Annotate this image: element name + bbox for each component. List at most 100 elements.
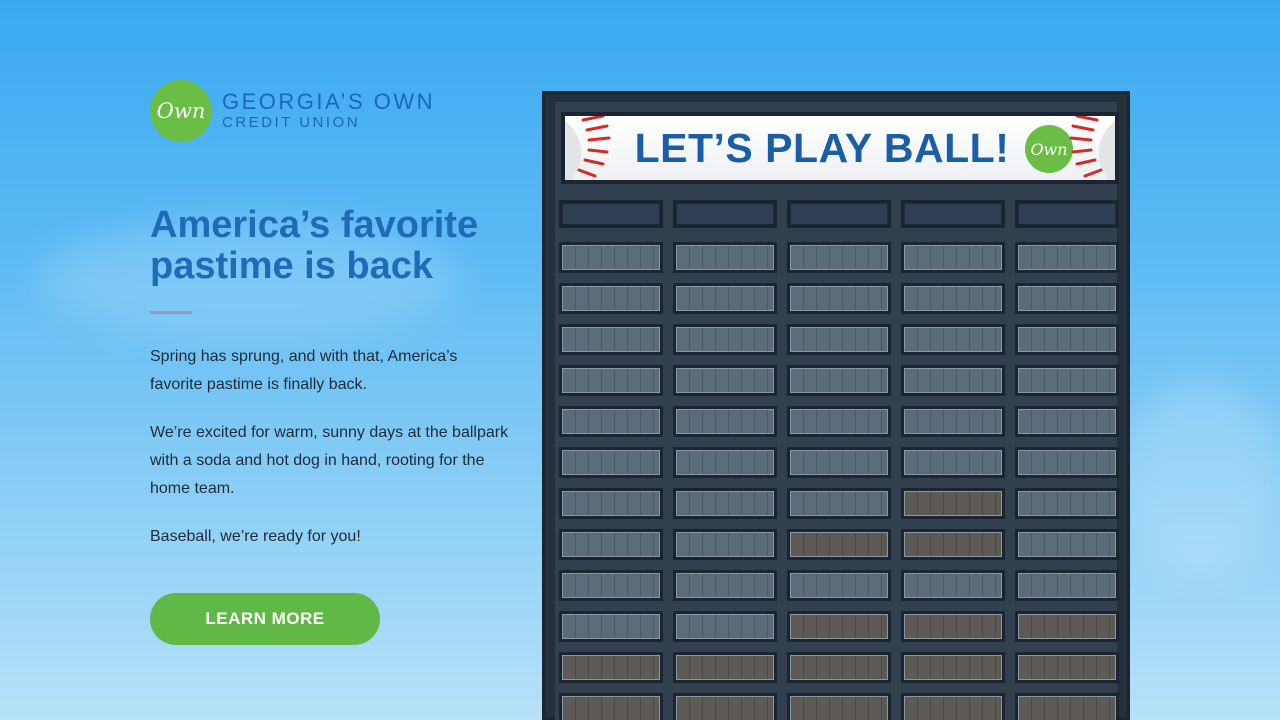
window <box>559 365 663 396</box>
window <box>1015 529 1119 560</box>
window <box>1015 611 1119 642</box>
window <box>1015 488 1119 519</box>
window <box>787 693 891 720</box>
logo-wordmark: GEORGIA’S OWN CREDIT UNION <box>222 90 435 132</box>
window <box>1015 406 1119 437</box>
window <box>673 406 777 437</box>
window <box>901 693 1005 720</box>
banner-headline: LET’S PLAY BALL! <box>634 124 1010 171</box>
window <box>673 447 777 478</box>
window <box>787 570 891 601</box>
window-row <box>559 242 1119 273</box>
window-row <box>559 529 1119 560</box>
scoreboard-banner-frame: LET’S PLAY BALL! Own <box>561 112 1119 184</box>
window <box>673 324 777 355</box>
window <box>559 200 663 228</box>
logo-name-line2: CREDIT UNION <box>222 114 361 131</box>
own-logo-badge: Own <box>150 80 212 142</box>
window-row <box>559 365 1119 396</box>
window <box>559 693 663 720</box>
window <box>673 242 777 273</box>
window <box>559 447 663 478</box>
window <box>901 447 1005 478</box>
window <box>673 652 777 683</box>
window-row <box>559 283 1119 314</box>
window <box>673 693 777 720</box>
window <box>559 611 663 642</box>
window <box>901 283 1005 314</box>
window <box>787 283 891 314</box>
scoreboard-banner: LET’S PLAY BALL! Own <box>565 116 1115 180</box>
window-row <box>559 324 1119 355</box>
logo-name-line1: GEORGIA’S OWN <box>222 89 435 114</box>
window <box>673 200 777 228</box>
scoreboard-building-illustration: LET’S PLAY BALL! Own <box>542 91 1130 720</box>
window <box>901 406 1005 437</box>
window-row <box>559 406 1119 437</box>
window <box>1015 365 1119 396</box>
window <box>901 570 1005 601</box>
window-row <box>559 447 1119 478</box>
window <box>1015 693 1119 720</box>
window <box>787 365 891 396</box>
page-headline: America’s favorite pastime is back <box>150 205 530 287</box>
window-row <box>559 570 1119 601</box>
window <box>559 570 663 601</box>
window <box>559 324 663 355</box>
window <box>787 406 891 437</box>
window <box>1015 283 1119 314</box>
brand-logo[interactable]: Own GEORGIA’S OWN CREDIT UNION <box>150 80 435 142</box>
window <box>559 406 663 437</box>
window-row <box>559 652 1119 683</box>
window <box>673 570 777 601</box>
window-row <box>559 611 1119 642</box>
window-grid <box>559 200 1119 720</box>
window <box>1015 570 1119 601</box>
baseball-stitch-left-icon <box>565 116 611 180</box>
window-row <box>559 488 1119 519</box>
window <box>673 365 777 396</box>
building-facade: LET’S PLAY BALL! Own <box>555 102 1119 720</box>
window <box>1015 242 1119 273</box>
window <box>901 488 1005 519</box>
window <box>559 529 663 560</box>
window <box>787 242 891 273</box>
window <box>1015 652 1119 683</box>
learn-more-button[interactable]: LEARN MORE <box>150 593 380 645</box>
body-paragraph-1: Spring has sprung, and with that, Americ… <box>150 348 458 393</box>
window <box>901 365 1005 396</box>
window <box>787 324 891 355</box>
window <box>559 242 663 273</box>
window <box>901 529 1005 560</box>
window <box>673 488 777 519</box>
window <box>901 242 1005 273</box>
window <box>901 652 1005 683</box>
window <box>787 200 891 228</box>
window-row <box>559 693 1119 720</box>
cloud <box>1120 380 1280 580</box>
body-paragraph-2: We’re excited for warm, sunny days at th… <box>150 424 509 497</box>
window <box>901 200 1005 228</box>
body-copy: Spring has sprung, and with that, Americ… <box>150 343 510 571</box>
window <box>901 324 1005 355</box>
window <box>559 652 663 683</box>
window <box>673 611 777 642</box>
body-paragraph-3: Baseball, we’re ready for you! <box>150 528 361 545</box>
headline-line1: America’s favorite <box>150 204 479 246</box>
window <box>673 529 777 560</box>
window <box>1015 447 1119 478</box>
headline-line2: pastime is back <box>150 245 434 287</box>
window <box>787 447 891 478</box>
window <box>787 652 891 683</box>
window <box>559 283 663 314</box>
window <box>1015 200 1119 228</box>
window <box>673 283 777 314</box>
section-divider <box>150 311 192 314</box>
window-row <box>559 200 1119 228</box>
window <box>787 529 891 560</box>
baseball-stitch-right-icon <box>1069 116 1115 180</box>
window <box>901 611 1005 642</box>
window <box>787 611 891 642</box>
window <box>1015 324 1119 355</box>
window <box>787 488 891 519</box>
